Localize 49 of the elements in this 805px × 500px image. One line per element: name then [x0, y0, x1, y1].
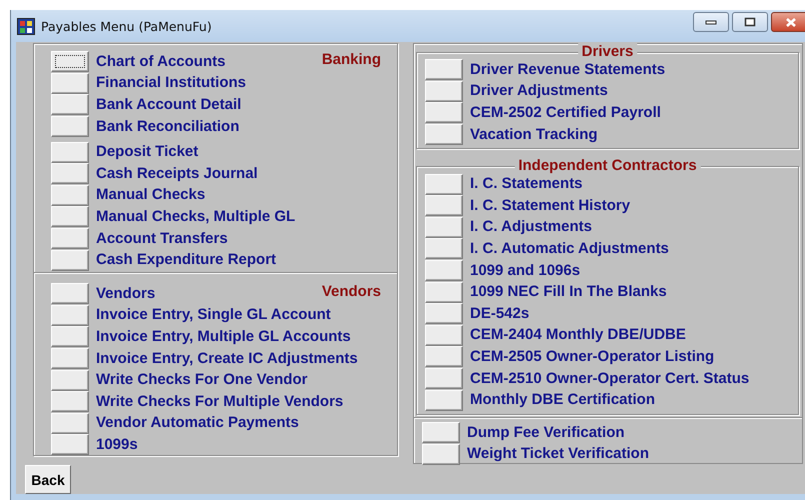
- menu-label: 1099s: [96, 436, 138, 454]
- menu-label: CEM-2404 Monthly DBE/UDBE: [470, 326, 686, 344]
- focus-rect: [55, 55, 85, 68]
- menu-label: Dump Fee Verification: [467, 424, 625, 442]
- menu-label: Vendor Automatic Payments: [96, 414, 299, 432]
- menu-label: Monthly DBE Certification: [470, 391, 656, 410]
- menu-label: Manual Checks: [96, 186, 206, 204]
- menu-label: CEM-2502 Certified Payroll: [470, 104, 661, 122]
- menu-label: Invoice Entry, Create IC Adjustments: [96, 350, 358, 368]
- menu-label: Write Checks For Multiple Vendors: [96, 392, 344, 411]
- menu-label: Deposit Ticket: [96, 143, 198, 162]
- window-title: Payables Menu (PaMenuFu): [41, 18, 212, 34]
- close-icon: [785, 16, 797, 28]
- maximize-button[interactable]: [732, 12, 768, 32]
- maximize-icon: [744, 17, 756, 27]
- menu-label: Driver Adjustments: [470, 82, 608, 100]
- menu-label: I. C. Automatic Adjustments: [470, 240, 669, 258]
- menu-label: CEM-2510 Owner-Operator Cert. Status: [470, 370, 750, 388]
- back-button[interactable]: Back: [25, 465, 71, 494]
- menu-label: Financial Institutions: [96, 74, 246, 92]
- menu-label: I. C. Statements: [470, 175, 583, 194]
- menu-label: Vendors: [96, 284, 156, 303]
- menu-label: Chart of Accounts: [96, 52, 226, 71]
- menu-label: 1099 and 1096s: [470, 262, 580, 280]
- section-title: Vendors: [322, 282, 381, 301]
- minimize-button[interactable]: [693, 12, 729, 32]
- menu-label: 1099 NEC Fill In The Blanks: [470, 283, 667, 302]
- section-title: Independent Contractors: [514, 157, 701, 176]
- menu-label: Bank Reconciliation: [96, 118, 240, 136]
- menu-label: DE-542s: [470, 304, 530, 323]
- menu-label: Invoice Entry, Multiple GL Accounts: [96, 328, 351, 346]
- menu-label: Account Transfers: [96, 230, 228, 248]
- minimize-icon: [705, 19, 717, 25]
- menu-button[interactable]: [51, 51, 89, 72]
- menu-label: Bank Account Detail: [96, 96, 242, 114]
- close-button[interactable]: [771, 12, 805, 32]
- menu-label: Manual Checks, Multiple GL: [96, 208, 296, 226]
- menu-label: I. C. Statement History: [470, 196, 630, 215]
- app-icon: [17, 18, 35, 34]
- menu-label: Driver Revenue Statements: [470, 60, 666, 79]
- section-title: Banking: [322, 51, 381, 69]
- menu-label: Invoice Entry, Single GL Account: [96, 306, 331, 324]
- menu-label: I. C. Adjustments: [470, 218, 592, 236]
- menu-label: Weight Ticket Verification: [467, 445, 649, 464]
- menu-label: Cash Expenditure Report: [96, 251, 276, 270]
- menu-label: Vacation Tracking: [470, 126, 598, 144]
- menu-label: CEM-2505 Owner-Operator Listing: [470, 348, 714, 366]
- menu-label: Write Checks For One Vendor: [96, 371, 308, 390]
- menu-label: Cash Receipts Journal: [96, 164, 258, 183]
